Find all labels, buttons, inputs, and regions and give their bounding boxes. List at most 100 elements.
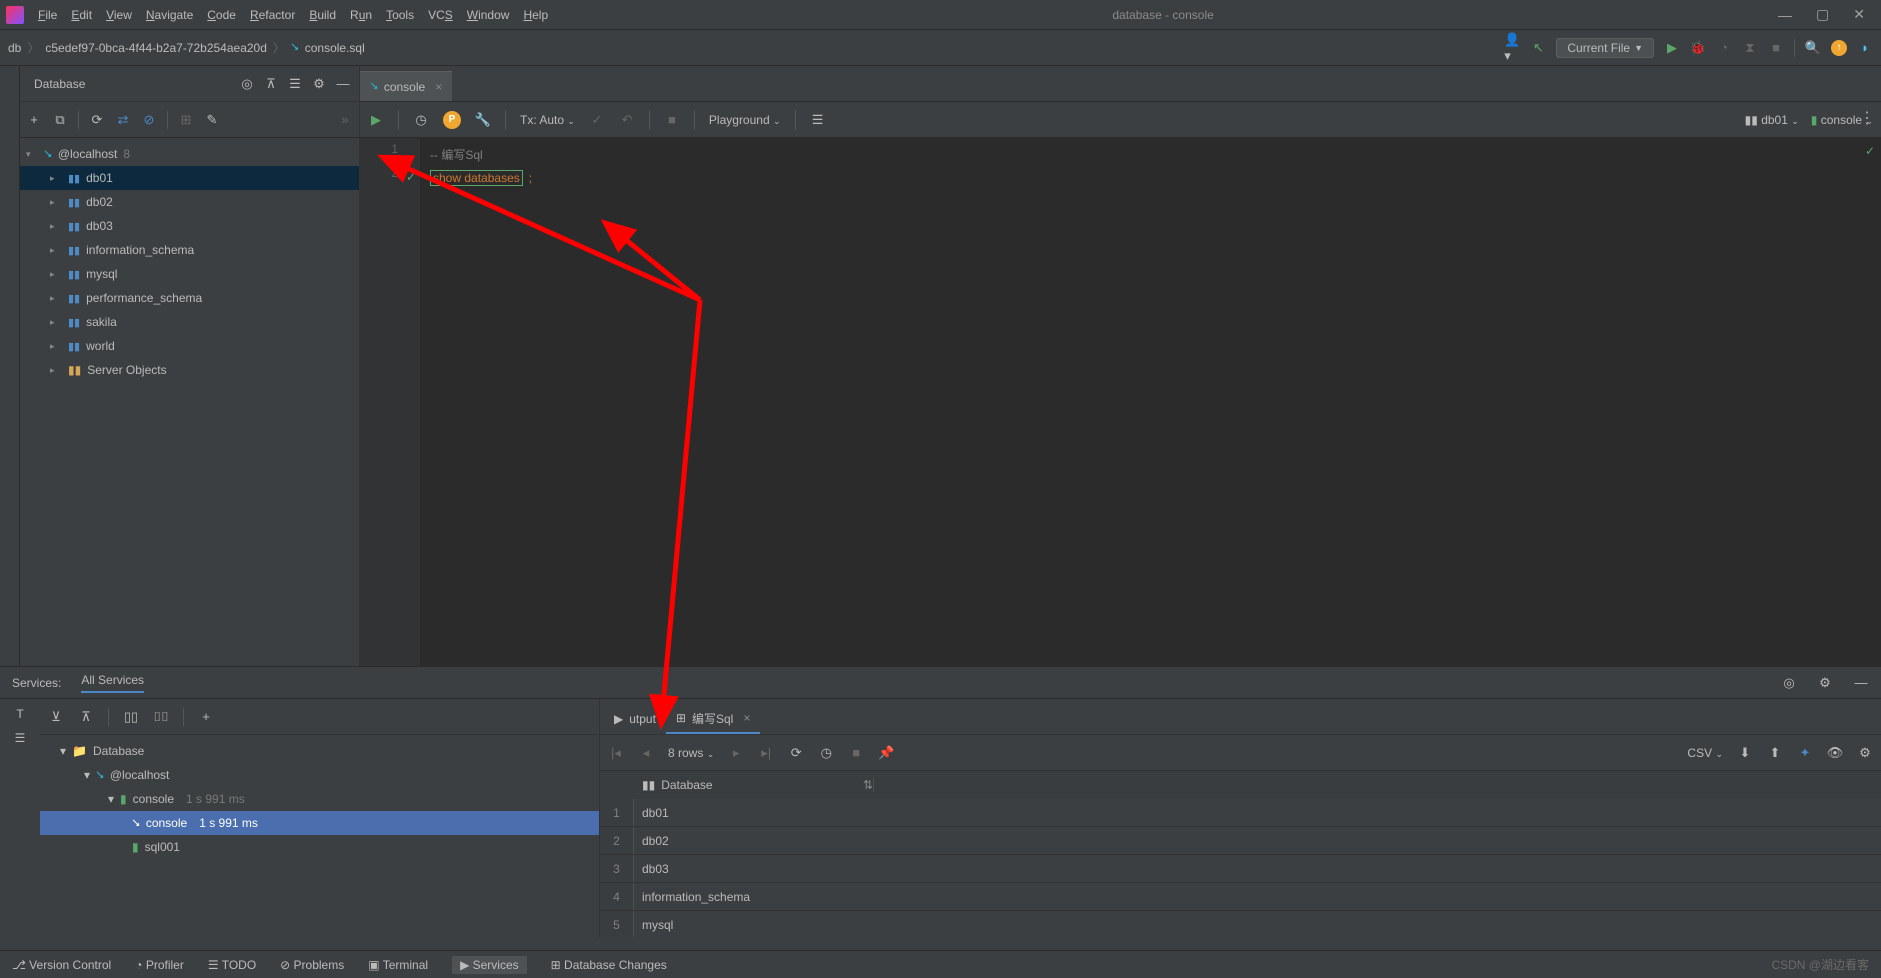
crumb-guid[interactable]: c5edef97-0bca-4f44-b2a7-72b254aea20d bbox=[45, 41, 267, 55]
minimize-icon[interactable]: — bbox=[1778, 7, 1792, 23]
menu-edit[interactable]: Edit bbox=[71, 8, 92, 22]
tree-server-objects[interactable]: ▸▮▮Server Objects bbox=[20, 358, 359, 382]
svc-sql001[interactable]: ▮sql001 bbox=[40, 835, 599, 859]
menu-vcs[interactable]: VCS bbox=[428, 8, 453, 22]
status-problems[interactable]: ⊘ Problems bbox=[280, 958, 344, 972]
group-icon[interactable]: ▯▯ bbox=[123, 709, 139, 725]
wrench-icon[interactable]: 🔧 bbox=[475, 112, 491, 128]
close-icon[interactable]: ✕ bbox=[1853, 6, 1865, 23]
tree-performance-schema[interactable]: ▸▮▮performance_schema bbox=[20, 286, 359, 310]
transpose-icon[interactable]: ✦ bbox=[1797, 745, 1813, 761]
services-all-tab[interactable]: All Services bbox=[81, 673, 144, 693]
tree-root[interactable]: ▾⭨@localhost8 bbox=[20, 142, 359, 166]
last-page-icon[interactable]: ▸| bbox=[758, 745, 774, 761]
result-grid[interactable]: ▮▮Database⇅ 1db01 2db02 3db03 4informati… bbox=[600, 771, 1881, 937]
cancel-icon[interactable]: ■ bbox=[848, 745, 864, 761]
search-icon[interactable]: 🔍 bbox=[1805, 40, 1821, 56]
format-selector[interactable]: CSV ⌄ bbox=[1687, 746, 1723, 760]
add-icon[interactable]: + bbox=[26, 112, 42, 128]
table-icon[interactable]: ⊞ bbox=[178, 112, 194, 128]
tree-mysql[interactable]: ▸▮▮mysql bbox=[20, 262, 359, 286]
tree-world[interactable]: ▸▮▮world bbox=[20, 334, 359, 358]
row-count[interactable]: 8 rows ⌄ bbox=[668, 746, 714, 760]
more-icon[interactable]: » bbox=[337, 112, 353, 128]
playground-mode[interactable]: Playground ⌄ bbox=[709, 113, 781, 127]
clock-icon[interactable]: ◷ bbox=[818, 745, 834, 761]
user-icon[interactable]: 👤▾ bbox=[1504, 40, 1520, 56]
pin-icon[interactable]: 📌 bbox=[878, 745, 894, 761]
refresh-icon[interactable]: ⟳ bbox=[89, 112, 105, 128]
tree-db02[interactable]: ▸▮▮db02 bbox=[20, 190, 359, 214]
next-page-icon[interactable]: ▸ bbox=[728, 745, 744, 761]
gear-icon[interactable]: ⚙ bbox=[311, 76, 327, 92]
datasource-selector[interactable]: ▮▮ db01 ⌄ bbox=[1745, 113, 1799, 127]
menu-refactor[interactable]: Refactor bbox=[250, 8, 295, 22]
tree-db03[interactable]: ▸▮▮db03 bbox=[20, 214, 359, 238]
eye-icon[interactable]: 👁 bbox=[1827, 745, 1843, 761]
tree-sakila[interactable]: ▸▮▮sakila bbox=[20, 310, 359, 334]
reload-icon[interactable]: ⟳ bbox=[788, 745, 804, 761]
ide-icon[interactable]: ◗ bbox=[1857, 40, 1873, 56]
svc-console-run[interactable]: ⭨console1 s 991 ms bbox=[40, 811, 599, 835]
output-tab[interactable]: ▶utput bbox=[604, 704, 666, 734]
menu-run[interactable]: Run bbox=[350, 8, 372, 22]
expand-up-icon[interactable]: ⊼ bbox=[78, 709, 94, 725]
history-icon[interactable]: ◷ bbox=[413, 112, 429, 128]
tab-close-icon[interactable]: × bbox=[435, 80, 442, 94]
services-target-icon[interactable]: ◎ bbox=[1781, 675, 1797, 691]
status-profiler[interactable]: ◔ Profiler bbox=[135, 958, 184, 972]
menu-help[interactable]: Help bbox=[523, 8, 548, 22]
rollback-icon[interactable]: ↶ bbox=[619, 112, 635, 128]
filter-text-icon[interactable]: T bbox=[16, 707, 23, 721]
maximize-icon[interactable]: ▢ bbox=[1816, 6, 1829, 23]
run-icon[interactable]: ▶ bbox=[1664, 40, 1680, 56]
target-icon[interactable]: ◎ bbox=[239, 76, 255, 92]
coverage-icon[interactable]: ◔ bbox=[1716, 40, 1732, 56]
svc-database[interactable]: ▾📁Database bbox=[40, 739, 599, 763]
status-todo[interactable]: ☰ TODO bbox=[208, 958, 256, 972]
svc-console[interactable]: ▾▮console1 s 991 ms bbox=[40, 787, 599, 811]
stop-run-icon[interactable]: ■ bbox=[664, 112, 680, 128]
sync-icon[interactable]: ⇄ bbox=[115, 112, 131, 128]
run-sql-icon[interactable]: ▶ bbox=[368, 112, 384, 128]
editor-menu-icon[interactable]: ⋮ bbox=[1859, 108, 1875, 128]
profile-icon[interactable]: ⧗ bbox=[1742, 40, 1758, 56]
commit-icon[interactable]: ✓ bbox=[589, 112, 605, 128]
hide-icon[interactable]: — bbox=[335, 76, 351, 92]
editor-tab-console[interactable]: ⭨ console × bbox=[360, 71, 452, 101]
services-hide-icon[interactable]: — bbox=[1853, 675, 1869, 691]
disconnect-icon[interactable]: ⊘ bbox=[141, 112, 157, 128]
tree-information-schema[interactable]: ▸▮▮information_schema bbox=[20, 238, 359, 262]
result-tab[interactable]: ⊞编写Sql× bbox=[666, 704, 760, 734]
status-terminal[interactable]: ▣ Terminal bbox=[368, 958, 428, 972]
menu-code[interactable]: Code bbox=[207, 8, 236, 22]
first-page-icon[interactable]: |◂ bbox=[608, 745, 624, 761]
expand-down-icon[interactable]: ⊻ bbox=[48, 709, 64, 725]
tx-mode[interactable]: Tx: Auto ⌄ bbox=[520, 113, 575, 127]
menu-file[interactable]: File bbox=[38, 8, 57, 22]
ungroup-icon[interactable]: ⌷⌷ bbox=[153, 709, 169, 725]
new-service-icon[interactable]: + bbox=[198, 709, 214, 725]
edit-icon[interactable]: ✎ bbox=[204, 112, 220, 128]
update-icon[interactable]: ↑ bbox=[1831, 40, 1847, 56]
settings-icon[interactable]: ☰ bbox=[810, 112, 826, 128]
menu-view[interactable]: View bbox=[106, 8, 132, 22]
collapse-icon[interactable]: ⊼ bbox=[263, 76, 279, 92]
duplicate-icon[interactable]: ⧉ bbox=[52, 112, 68, 128]
status-services[interactable]: ▶ Services bbox=[452, 956, 527, 974]
tree-db01[interactable]: ▸▮▮db01 bbox=[20, 166, 359, 190]
run-config-selector[interactable]: Current File▼ bbox=[1556, 38, 1654, 58]
crumb-file[interactable]: console.sql bbox=[305, 41, 365, 55]
param-icon[interactable]: P bbox=[443, 111, 461, 129]
upload-icon[interactable]: ⬆ bbox=[1767, 745, 1783, 761]
bookmark-icon[interactable]: ☰ bbox=[15, 731, 26, 745]
download-icon[interactable]: ⬇ bbox=[1737, 745, 1753, 761]
menu-window[interactable]: Window bbox=[467, 8, 510, 22]
prev-page-icon[interactable]: ◂ bbox=[638, 745, 654, 761]
build-ok-icon[interactable]: ↖ bbox=[1530, 40, 1546, 56]
result-gear-icon[interactable]: ⚙ bbox=[1857, 745, 1873, 761]
filter-icon[interactable]: ☰ bbox=[287, 76, 303, 92]
menu-build[interactable]: Build bbox=[309, 8, 336, 22]
menu-navigate[interactable]: Navigate bbox=[146, 8, 193, 22]
status-version-control[interactable]: ⎇ Version Control bbox=[12, 958, 111, 972]
